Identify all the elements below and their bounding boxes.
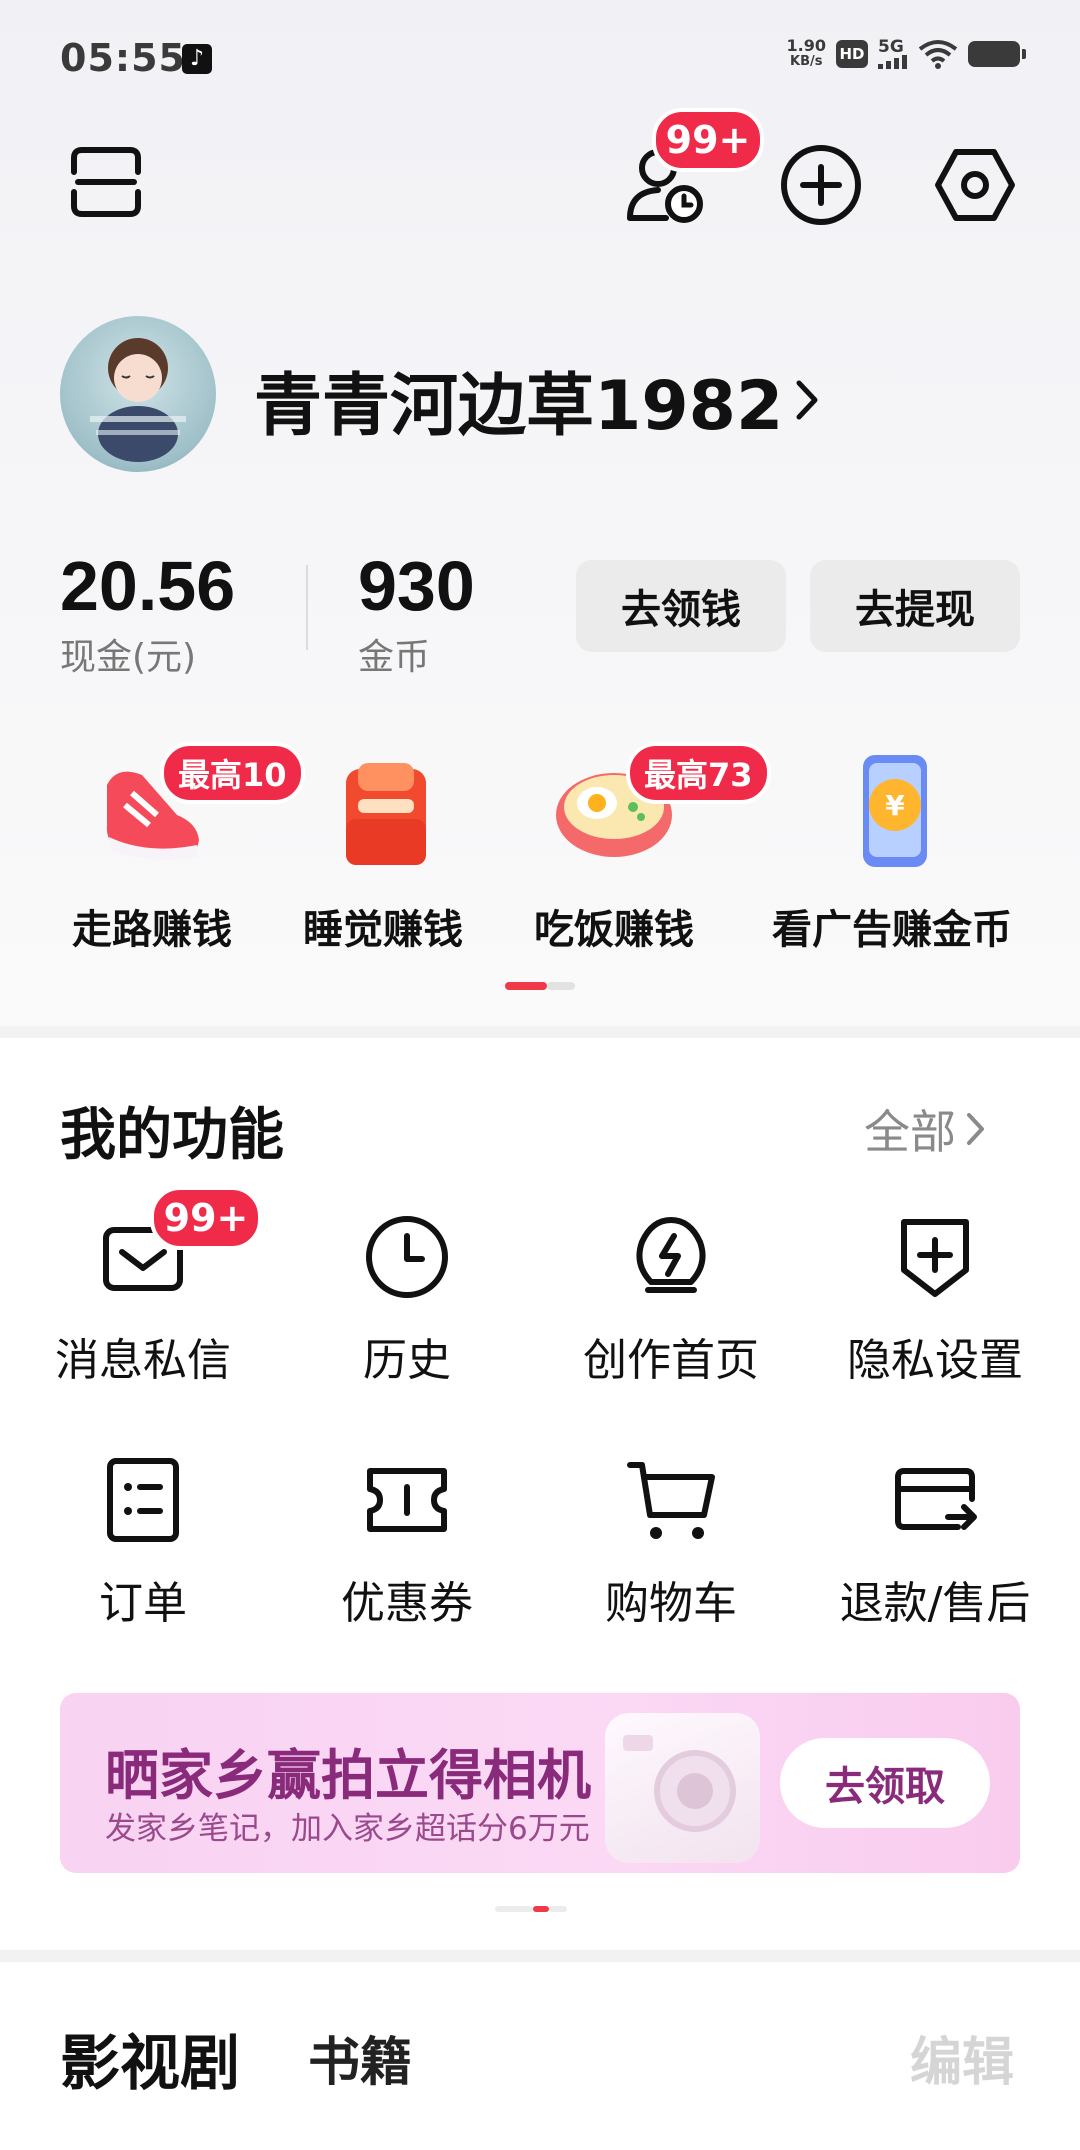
earn-label: 看广告赚金币 — [772, 907, 1012, 953]
func-orders[interactable]: 订单 — [8, 1455, 278, 1631]
edit-button[interactable]: 编辑 — [910, 2020, 1014, 2095]
earn-label: 睡觉赚钱 — [303, 907, 463, 953]
avatar[interactable] — [60, 316, 216, 472]
cash-stat[interactable]: 20.56 现金(元) — [60, 548, 235, 680]
scan-icon — [71, 147, 141, 217]
func-history[interactable]: 历史 — [272, 1212, 542, 1388]
shield-icon — [890, 1212, 980, 1302]
promo-banner[interactable]: 晒家乡赢拍立得相机 发家乡笔记，加入家乡超话分6万元 去领取 — [60, 1693, 1020, 1873]
func-label: 消息私信 — [55, 1335, 231, 1386]
pager-dot — [549, 1906, 567, 1912]
battery-icon — [968, 41, 1026, 67]
func-label: 历史 — [363, 1335, 451, 1386]
visitors-badge: 99+ — [652, 108, 764, 172]
func-label: 隐私设置 — [847, 1335, 1023, 1386]
messages-badge: 99+ — [150, 1186, 262, 1250]
pager-dot-active — [533, 1906, 549, 1912]
pager-dot-active — [505, 982, 547, 990]
clock-icon — [362, 1212, 452, 1302]
svg-text:¥: ¥ — [885, 789, 905, 822]
section-divider — [0, 1950, 1080, 1962]
earn-money-button[interactable]: 去领钱 — [576, 560, 786, 652]
func-cart[interactable]: 购物车 — [536, 1455, 806, 1631]
earn-label: 吃饭赚钱 — [534, 907, 694, 953]
add-button[interactable] — [776, 140, 866, 230]
pager-dot — [547, 982, 575, 990]
func-label: 创作首页 — [583, 1335, 759, 1386]
order-icon — [98, 1455, 188, 1545]
banner-title: 晒家乡赢拍立得相机 — [105, 1744, 591, 1807]
bed-icon — [318, 745, 448, 875]
chevron-right-icon — [796, 380, 818, 419]
func-coupons[interactable]: 优惠券 — [272, 1455, 542, 1631]
status-indicators: 1.90 KB/s HD 5G — [786, 36, 1026, 70]
banner-subtitle: 发家乡笔记，加入家乡超话分6万元 — [105, 1811, 590, 1847]
earn-item-sleep[interactable]: 睡觉赚钱 — [268, 745, 498, 955]
coins-label: 金币 — [358, 637, 431, 678]
coins-stat[interactable]: 930 金币 — [358, 548, 475, 680]
withdraw-button[interactable]: 去提现 — [810, 560, 1020, 652]
tab-books[interactable]: 书籍 — [308, 2020, 412, 2095]
cash-label: 现金(元) — [60, 637, 197, 678]
pager-dot — [495, 1906, 533, 1912]
func-label: 订单 — [99, 1578, 187, 1629]
cart-icon — [626, 1455, 716, 1545]
earn-badge: 最高73 — [626, 742, 771, 804]
tab-dramas[interactable]: 影视剧 — [60, 2015, 240, 2102]
avatar-illustration-icon — [90, 338, 186, 462]
banner-claim-button[interactable]: 去领取 — [780, 1738, 990, 1828]
refund-card-icon — [890, 1455, 980, 1545]
all-functions-link[interactable]: 全部 — [864, 1096, 988, 1162]
username-link[interactable]: 青青河边草1982 — [254, 350, 823, 449]
earn-label: 走路赚钱 — [72, 907, 232, 953]
settings-button[interactable] — [930, 140, 1020, 230]
func-label: 购物车 — [605, 1578, 737, 1629]
lightbulb-icon — [626, 1212, 716, 1302]
status-time: 05:55 — [60, 36, 186, 80]
scan-button[interactable] — [66, 142, 146, 222]
ticket-icon — [362, 1455, 452, 1545]
phone-coin-icon: ¥ — [827, 745, 957, 875]
cash-value: 20.56 — [60, 547, 236, 625]
func-creator-home[interactable]: 创作首页 — [536, 1212, 806, 1388]
camera-icon — [605, 1713, 760, 1863]
section-divider — [0, 1026, 1080, 1038]
stat-divider — [306, 565, 308, 650]
earn-item-ads[interactable]: ¥ 看广告赚金币 — [772, 745, 1012, 955]
functions-title: 我的功能 — [60, 1103, 284, 1168]
banner-pager — [495, 1906, 567, 1912]
func-privacy[interactable]: 隐私设置 — [800, 1212, 1070, 1388]
wifi-icon — [918, 40, 958, 69]
chevron-right-icon — [967, 1113, 984, 1145]
func-label: 优惠券 — [341, 1578, 473, 1629]
username: 青青河边草1982 — [254, 367, 784, 446]
func-label: 退款/售后 — [839, 1578, 1031, 1629]
func-refund[interactable]: 退款/售后 — [800, 1455, 1070, 1631]
signal-icon: 5G — [878, 39, 908, 69]
coins-value: 930 — [358, 547, 475, 625]
settings-icon — [935, 149, 1015, 221]
earn-pager — [505, 982, 575, 990]
hd-icon: HD — [836, 40, 868, 68]
net-speed: 1.90 KB/s — [786, 36, 826, 70]
add-icon — [781, 145, 861, 225]
tiktok-icon: ♪ — [182, 44, 212, 74]
